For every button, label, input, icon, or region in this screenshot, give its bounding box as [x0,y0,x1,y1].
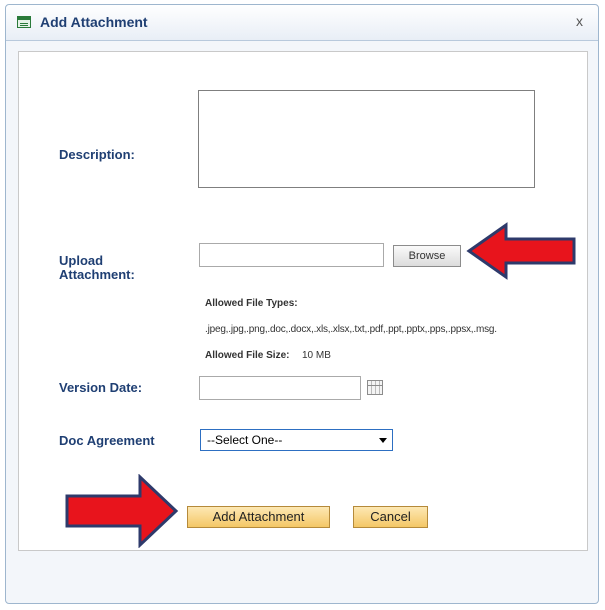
doc-agreement-selected: --Select One-- [207,433,283,447]
close-icon[interactable]: x [576,13,583,29]
annotation-arrow-add [65,474,179,548]
version-date-label: Version Date: [59,380,143,395]
dialog-title: Add Attachment [40,14,148,30]
allowed-file-types-value: .jpeg,.jpg,.png,.doc,.docx,.xls,.xlsx,.t… [205,324,497,335]
version-date-input[interactable] [199,376,361,400]
upload-file-input[interactable] [199,243,384,267]
chevron-down-icon [379,438,387,443]
allowed-file-types-label: Allowed File Types: [205,298,298,309]
description-textarea[interactable] [198,90,535,188]
allowed-file-size-value: 10 MB [302,350,331,361]
cancel-button[interactable]: Cancel [353,506,428,528]
description-label: Description: [59,147,135,162]
doc-agreement-select[interactable]: --Select One-- [200,429,393,451]
allowed-file-size-label: Allowed File Size: [205,350,290,361]
dialog-titlebar: Add Attachment x [6,5,598,41]
doc-agreement-label: Doc Agreement [59,433,155,448]
add-attachment-button[interactable]: Add Attachment [187,506,330,528]
attachment-dialog-icon [17,16,31,28]
browse-button[interactable]: Browse [393,245,461,267]
calendar-icon[interactable] [367,380,383,395]
annotation-arrow-browse [466,222,576,280]
upload-label-line2: Attachment: [59,267,135,282]
upload-label-line1: Upload [59,253,104,268]
